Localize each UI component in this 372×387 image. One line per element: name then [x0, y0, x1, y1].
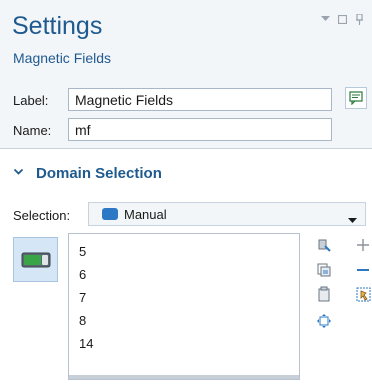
add-icon[interactable] [354, 236, 372, 254]
selection-dropdown[interactable]: Manual [88, 202, 366, 226]
name-field[interactable] [68, 118, 332, 141]
selection-value: Manual [124, 207, 167, 222]
page-title: Settings [12, 12, 103, 40]
move-icon[interactable] [315, 312, 333, 330]
chevron-down-icon[interactable] [13, 164, 24, 182]
paste-selection-icon[interactable] [315, 236, 333, 254]
window-controls [320, 13, 364, 25]
settings-header: Settings Magnetic Fields Label: Name: [0, 0, 372, 148]
zoom-to-selection-icon[interactable] [354, 285, 372, 303]
header-divider [0, 148, 372, 149]
manual-selection-icon [102, 208, 118, 220]
list-item[interactable]: 5 [69, 240, 299, 263]
copy-selection-icon[interactable] [315, 261, 333, 279]
horizontal-scrollbar[interactable] [69, 375, 299, 379]
active-toggle-button[interactable] [13, 237, 58, 282]
list-item[interactable]: 14 [69, 332, 299, 355]
clear-selection-icon[interactable] [315, 285, 333, 303]
page-subtitle: Magnetic Fields [13, 50, 112, 66]
name-field-caption: Name: [13, 123, 52, 138]
toggle-switch-icon [21, 252, 50, 267]
label-field[interactable] [68, 88, 332, 111]
pin-icon[interactable] [354, 13, 364, 25]
dropdown-arrow-icon [348, 211, 357, 229]
section-title: Domain Selection [36, 165, 162, 182]
remove-icon[interactable] [354, 261, 372, 279]
label-field-caption: Label: [13, 93, 49, 108]
list-item[interactable]: 7 [69, 286, 299, 309]
dropdown-arrow-icon[interactable] [320, 14, 330, 24]
list-item[interactable]: 6 [69, 263, 299, 286]
link-to-label-button[interactable] [345, 87, 367, 109]
selection-caption: Selection: [13, 208, 71, 223]
list-item[interactable]: 8 [69, 309, 299, 332]
domain-list[interactable]: 5 6 7 8 14 [68, 233, 300, 380]
restore-icon[interactable] [337, 14, 347, 24]
domain-selection-section-header[interactable]: Domain Selection [0, 158, 372, 186]
